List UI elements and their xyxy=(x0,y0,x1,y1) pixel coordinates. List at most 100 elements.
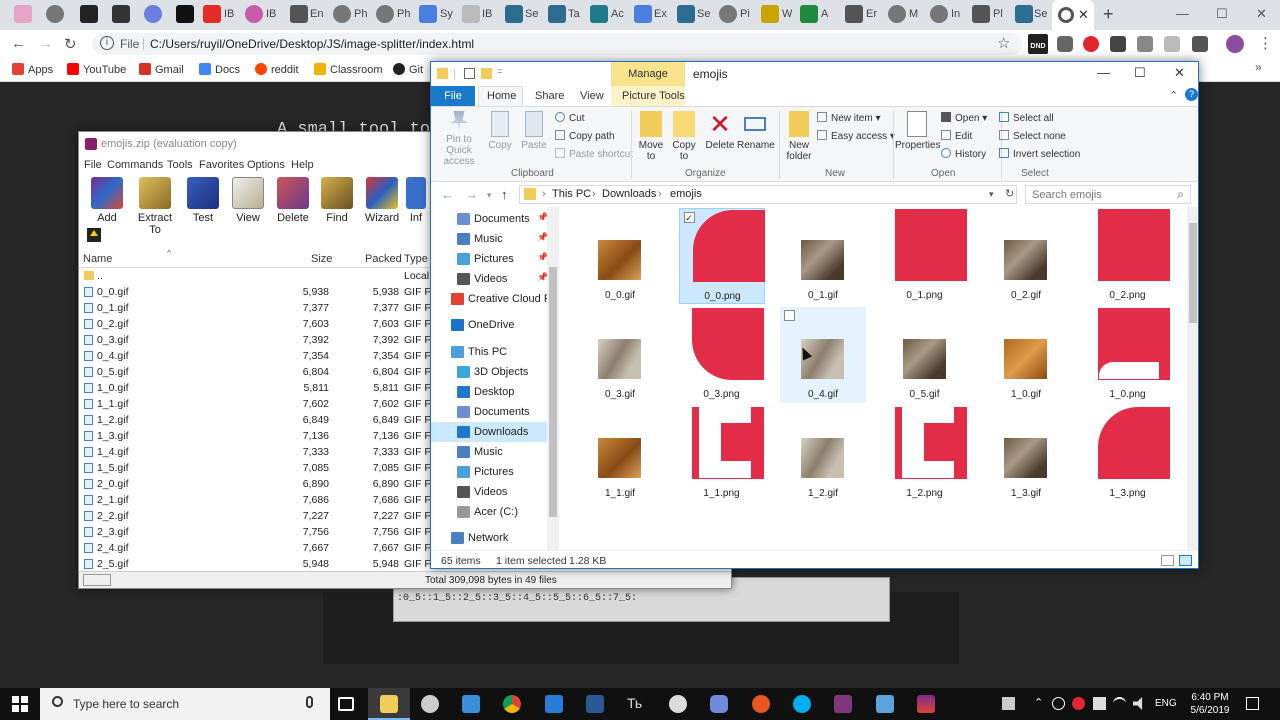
settings-gear-icon[interactable] xyxy=(421,695,439,713)
find-button[interactable]: Find xyxy=(313,177,361,224)
tab-favicon-icon[interactable] xyxy=(634,5,652,23)
battery-icon[interactable] xyxy=(1093,697,1106,710)
tab-favicon-icon[interactable] xyxy=(144,5,162,23)
bookmark-docs[interactable]: Docs xyxy=(199,63,240,76)
address-bar[interactable]: i File | C:/Users/ruyil/OneDrive/Desktop… xyxy=(92,33,1022,55)
tab-file[interactable]: File xyxy=(431,86,475,106)
minimize-icon[interactable]: — xyxy=(1176,6,1189,21)
column-name[interactable]: Name xyxy=(83,253,112,265)
tab-label[interactable]: En xyxy=(310,8,323,20)
extract-to-button[interactable]: Extract To xyxy=(131,177,179,236)
skype-icon[interactable] xyxy=(793,695,811,713)
test-button[interactable]: Test xyxy=(179,177,227,224)
nav-creative-cloud[interactable]: Creative Cloud Files xyxy=(431,289,559,309)
recent-locations-icon[interactable]: ▾ xyxy=(487,190,492,201)
tab-favicon-icon[interactable] xyxy=(761,5,779,23)
nav-videos-pc[interactable]: Videos xyxy=(431,482,549,502)
copy-to-button[interactable]: Copy to xyxy=(669,111,699,162)
column-packed[interactable]: Packed xyxy=(365,253,402,265)
nav-scrollbar-thumb[interactable] xyxy=(549,267,557,517)
tab-label[interactable]: Ex xyxy=(654,8,667,20)
nav-scrollbar[interactable] xyxy=(547,207,559,550)
vscode-icon[interactable] xyxy=(545,695,563,713)
typora-icon[interactable]: Ть xyxy=(627,695,645,713)
nav-3d-objects[interactable]: 3D Objects xyxy=(431,362,549,382)
tab-share[interactable]: Share xyxy=(535,90,564,102)
nav-this-pc[interactable]: This PC xyxy=(431,342,549,362)
tab-favicon-icon[interactable] xyxy=(333,5,351,23)
file-tile[interactable]: 0_2.png xyxy=(1085,208,1171,304)
new-tab-button[interactable]: + xyxy=(1103,4,1114,25)
tab-home[interactable]: Home xyxy=(487,90,516,102)
menu-commands[interactable]: Commands xyxy=(107,159,163,171)
view-button[interactable]: View xyxy=(224,177,272,224)
file-tile[interactable]: 0_3.gif xyxy=(577,307,663,403)
bookmark-apps[interactable]: Apps xyxy=(12,63,53,76)
extension-icon[interactable] xyxy=(1164,36,1180,52)
bookmark-classroom[interactable]: Classroom xyxy=(314,63,383,76)
menu-options[interactable]: Options xyxy=(247,159,285,171)
close-tab-icon[interactable]: ✕ xyxy=(1078,7,1089,23)
microphone-icon[interactable] xyxy=(306,696,313,708)
selection-checkbox[interactable]: ✓ xyxy=(683,212,695,223)
wizard-button[interactable]: Wizard xyxy=(358,177,406,224)
tab-favicon-icon[interactable] xyxy=(930,5,948,23)
maximize-icon[interactable]: ☐ xyxy=(1134,65,1146,81)
file-tile[interactable]: 0_4.gif xyxy=(780,307,866,403)
notifications-icon[interactable] xyxy=(1246,697,1259,710)
address-dropdown-icon[interactable]: ▾ xyxy=(989,189,994,200)
file-tile[interactable]: ✓ 0_0.png xyxy=(678,208,765,304)
cut-button[interactable]: Cut xyxy=(555,112,585,124)
add-button[interactable]: Add xyxy=(83,177,131,224)
language-indicator[interactable]: ENG xyxy=(1155,698,1177,709)
tab-favicon-icon[interactable] xyxy=(46,5,64,23)
file-tile[interactable]: 0_5.gif xyxy=(882,307,968,403)
menu-file[interactable]: File xyxy=(84,159,102,171)
nav-desktop[interactable]: Desktop xyxy=(431,382,549,402)
menu-favorites[interactable]: Favorites xyxy=(199,159,244,171)
extension-icon[interactable] xyxy=(1110,36,1126,52)
onenote-icon[interactable] xyxy=(834,695,852,713)
wifi-icon[interactable] xyxy=(1113,697,1126,710)
powershell-icon[interactable] xyxy=(586,695,604,713)
tab-favicon-icon[interactable] xyxy=(888,5,906,23)
address-bar[interactable]: › This PC › Downloads › emojis ▾ xyxy=(519,185,1017,204)
forward-icon[interactable]: → xyxy=(465,187,478,202)
info-icon[interactable]: i xyxy=(100,36,114,50)
file-tile[interactable]: 1_3.gif xyxy=(983,406,1069,502)
file-tile[interactable]: 0_1.gif xyxy=(780,208,866,304)
details-view-icon[interactable] xyxy=(1161,555,1174,566)
tab-favicon-icon[interactable] xyxy=(462,5,480,23)
new-item-button[interactable]: New item ▾ xyxy=(817,112,881,124)
taskbar-search[interactable]: Type here to search xyxy=(40,688,330,720)
tray-expand-icon[interactable]: ⌃ xyxy=(1034,696,1043,709)
column-type[interactable]: Type xyxy=(404,253,428,265)
camera-icon[interactable] xyxy=(1137,36,1153,52)
file-tile[interactable]: 0_1.png xyxy=(882,208,968,304)
file-tile[interactable]: 0_2.gif xyxy=(983,208,1069,304)
app-icon[interactable] xyxy=(876,695,894,713)
menu-tools[interactable]: Tools xyxy=(167,159,193,171)
up-folder-icon[interactable] xyxy=(87,228,101,242)
tab-label[interactable]: Ph xyxy=(397,8,410,20)
column-size[interactable]: Size xyxy=(311,253,332,265)
move-to-button[interactable]: Move to xyxy=(636,111,666,162)
active-tab[interactable]: ✕ xyxy=(1052,0,1094,30)
bookmark-reddit[interactable]: reddit xyxy=(255,63,299,76)
tab-favicon-icon[interactable] xyxy=(203,5,221,23)
file-tile[interactable]: 0_0.gif xyxy=(577,208,663,304)
tab-favicon-icon[interactable] xyxy=(719,5,737,23)
tab-favicon-icon[interactable] xyxy=(505,5,523,23)
bookmark-gmail[interactable]: Gmail xyxy=(139,63,184,76)
tab-favicon-icon[interactable] xyxy=(419,5,437,23)
file-tile[interactable]: 1_1.png xyxy=(679,406,765,502)
file-tile[interactable]: 1_1.gif xyxy=(577,406,663,502)
discord-icon[interactable] xyxy=(710,695,728,713)
tab-label[interactable]: IB xyxy=(266,8,276,20)
tray-icon[interactable] xyxy=(1072,697,1085,710)
tab-label[interactable]: Pi xyxy=(740,8,750,20)
ubuntu-icon[interactable] xyxy=(752,695,770,713)
info-button[interactable]: Inf xyxy=(401,177,431,224)
menu-help[interactable]: Help xyxy=(291,159,314,171)
quick-access-dropdown-icon[interactable]: = xyxy=(497,66,502,76)
